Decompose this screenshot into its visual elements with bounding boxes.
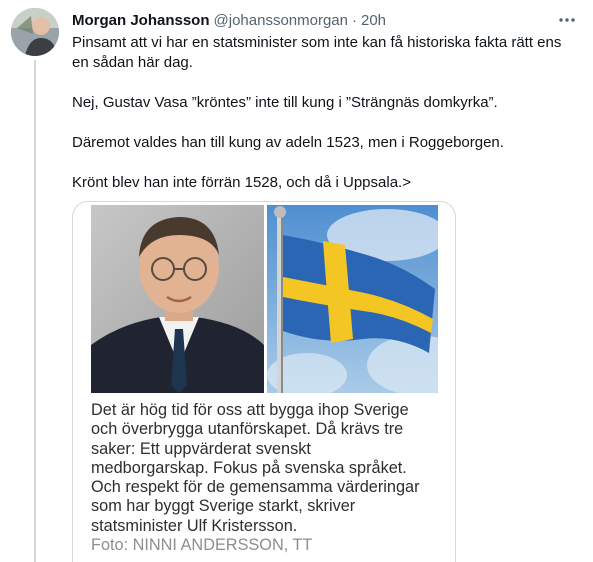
separator-dot: · [352,11,357,29]
caption-line: Och respekt för de gemensamma värderinga… [91,478,420,497]
more-options-button[interactable] [552,10,582,30]
avatar[interactable] [11,8,59,56]
display-name[interactable]: Morgan Johansson [72,12,210,29]
thread-line [34,60,36,562]
caption-line: statsminister Ulf Kristersson. [91,516,298,535]
photo-credit: Foto: NINNI ANDERSSON, TT [91,536,313,555]
caption-line: som har byggt Sverige starkt, skriver [91,497,356,516]
user-handle[interactable]: @johanssonmorgan [214,12,348,29]
tweet-header: Morgan Johansson @johanssonmorgan · 20h [72,10,386,30]
media-caption: Det är hög tid för oss att bygga ihop Sv… [91,401,441,555]
tweet-text: Pinsamt att vi har en statsminister som … [72,33,572,193]
media-attachment[interactable]: Det är hög tid för oss att bygga ihop Sv… [72,201,456,562]
tweet-paragraph: Nej, Gustav Vasa ”kröntes” inte till kun… [72,94,498,111]
tweet[interactable]: Morgan Johansson @johanssonmorgan · 20h … [0,0,593,562]
more-horizontal-icon [559,18,575,22]
swedish-flag-photo[interactable] [267,205,438,393]
caption-line: Det är hög tid för oss att bygga ihop Sv… [91,401,409,419]
caption-line: och överbrygga utanförskapet. Då krävs t… [91,420,404,439]
tweet-paragraph: Krönt blev han inte förrän 1528, och då … [72,174,411,191]
portrait-photo[interactable] [91,205,264,393]
caption-line: medborgarskap. Fokus på svenska språket. [91,458,407,477]
caption-line: saker: Ett uppvärderat svenskt [91,439,311,458]
tweet-paragraph: Pinsamt att vi har en statsminister som … [72,34,562,71]
timestamp[interactable]: 20h [361,12,386,29]
tweet-paragraph: Däremot valdes han till kung av adeln 15… [72,134,504,151]
